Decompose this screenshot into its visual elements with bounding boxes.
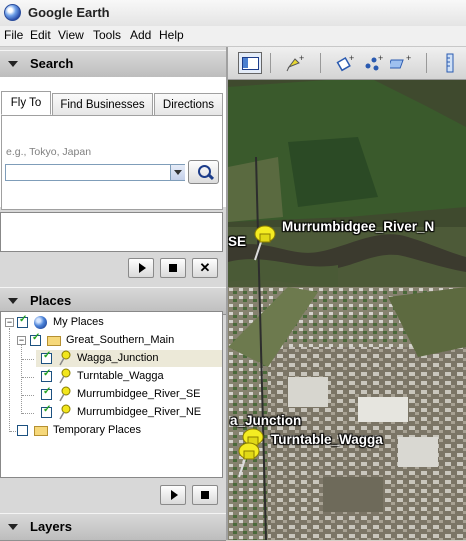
search-panel-title: Search bbox=[30, 56, 74, 71]
yellow-pushpin-icon bbox=[59, 386, 71, 402]
tab-find-businesses[interactable]: Find Businesses bbox=[52, 93, 153, 115]
temporary-places-label[interactable]: Temporary Places bbox=[53, 422, 141, 439]
temporary-places-checkbox[interactable] bbox=[17, 425, 28, 436]
search-input[interactable] bbox=[5, 164, 185, 181]
play-tour-button[interactable] bbox=[128, 258, 154, 278]
map-toolbar: + + + + bbox=[228, 47, 466, 80]
collapse-folder-toggle[interactable]: − bbox=[17, 336, 26, 345]
placemark-label[interactable]: Turntable_Wagga bbox=[77, 368, 164, 385]
add-polygon-icon[interactable]: + bbox=[362, 52, 386, 74]
search-history-dropdown-icon[interactable] bbox=[170, 165, 185, 180]
map-label-river-ne: Murrumbidgee_River_N bbox=[282, 219, 435, 234]
open-folder-icon bbox=[47, 336, 61, 346]
svg-text:+: + bbox=[299, 53, 304, 63]
menu-bar: File Edit View Tools Add Help bbox=[0, 26, 466, 47]
play-tour-button[interactable] bbox=[160, 485, 186, 505]
placemark-checkbox[interactable] bbox=[41, 404, 52, 418]
placemark-pin-icon[interactable] bbox=[250, 222, 280, 262]
add-placemark-icon[interactable]: + bbox=[334, 52, 358, 74]
tab-directions[interactable]: Directions bbox=[154, 93, 223, 115]
globe-icon bbox=[34, 316, 47, 329]
yellow-pushpin-icon bbox=[59, 368, 71, 384]
sidebar-toggle-icon[interactable] bbox=[238, 52, 262, 74]
my-places-checkbox[interactable] bbox=[17, 314, 28, 328]
places-panel-title: Places bbox=[30, 293, 72, 308]
menu-edit[interactable]: Edit bbox=[30, 28, 51, 42]
menu-view[interactable]: View bbox=[58, 28, 84, 42]
menu-add[interactable]: Add bbox=[130, 28, 151, 42]
placemark-label[interactable]: Murrumbidgee_River_NE bbox=[77, 404, 201, 421]
svg-text:+: + bbox=[378, 53, 383, 63]
stop-tour-button[interactable] bbox=[192, 485, 218, 505]
yellow-pushpin-icon bbox=[59, 350, 71, 366]
search-button[interactable] bbox=[188, 160, 219, 184]
search-panel-header[interactable]: Search bbox=[0, 50, 226, 78]
placemark-checkbox[interactable] bbox=[41, 368, 52, 382]
tab-fly-to[interactable]: Fly To bbox=[1, 91, 51, 115]
placemark-label[interactable]: Murrumbidgee_River_SE bbox=[77, 386, 201, 403]
earth-map-view[interactable]: Murrumbidgee_River_N SE a_Junction Turnt… bbox=[228, 47, 466, 540]
placemark-checkbox[interactable] bbox=[41, 386, 52, 400]
folder-label[interactable]: Great_Southern_Main bbox=[66, 332, 174, 349]
tour-icon[interactable]: + bbox=[284, 52, 308, 74]
yellow-pushpin-icon bbox=[59, 404, 71, 420]
map-label-river-se: SE bbox=[228, 234, 247, 249]
google-earth-logo-icon bbox=[4, 4, 21, 21]
map-label-turntable: Turntable_Wagga bbox=[271, 432, 383, 447]
placemark-label[interactable]: Wagga_Junction bbox=[77, 350, 159, 367]
title-bar: Google Earth bbox=[0, 0, 466, 27]
layers-panel-title: Layers bbox=[30, 519, 72, 534]
collapse-triangle-icon[interactable] bbox=[8, 298, 18, 304]
menu-file[interactable]: File bbox=[4, 28, 23, 42]
svg-text:+: + bbox=[406, 53, 411, 63]
map-label-junction: a_Junction bbox=[230, 413, 302, 428]
svg-text:+: + bbox=[349, 53, 354, 63]
stop-tour-button[interactable] bbox=[160, 258, 186, 278]
layers-panel-header[interactable]: Layers bbox=[0, 513, 226, 541]
collapse-my-places-toggle[interactable]: − bbox=[5, 318, 14, 327]
collapse-triangle-icon[interactable] bbox=[8, 61, 18, 67]
ruler-icon[interactable] bbox=[438, 52, 462, 74]
menu-help[interactable]: Help bbox=[159, 28, 184, 42]
collapse-triangle-icon[interactable] bbox=[8, 524, 18, 530]
placemark-checkbox[interactable] bbox=[41, 350, 52, 364]
my-places-label[interactable]: My Places bbox=[53, 314, 104, 331]
window-title: Google Earth bbox=[28, 5, 110, 20]
add-path-icon[interactable]: + bbox=[387, 52, 414, 74]
menu-tools[interactable]: Tools bbox=[93, 28, 121, 42]
search-results-list[interactable] bbox=[0, 212, 223, 252]
search-hint: e.g., Tokyo, Japan bbox=[6, 146, 92, 158]
folder-icon bbox=[34, 426, 48, 436]
clear-results-button[interactable]: ✕ bbox=[192, 258, 218, 278]
placemark-pin-icon[interactable] bbox=[234, 439, 264, 479]
folder-checkbox[interactable] bbox=[30, 332, 41, 346]
